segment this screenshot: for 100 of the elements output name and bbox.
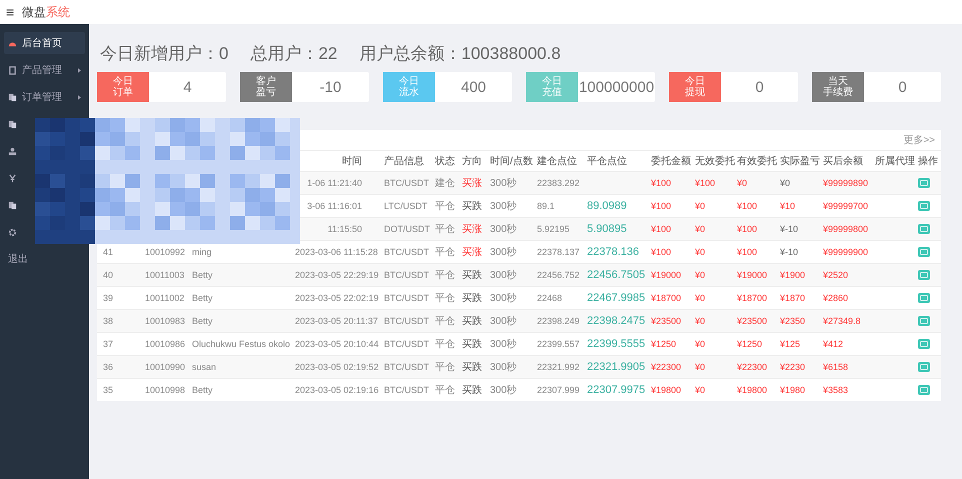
detail-button[interactable]: [918, 362, 930, 372]
stat-label: 今日: [685, 76, 705, 87]
table-cell: ¥1900: [780, 270, 806, 280]
column-header: 委托金额: [651, 156, 691, 167]
table-cell: ¥2350: [780, 316, 806, 326]
table-cell: LTC/USDT: [384, 201, 428, 211]
table-cell: Oluchukwu Festus okolo: [192, 339, 290, 349]
table-cell: 平仓: [435, 293, 455, 304]
table-cell: BTC/USDT: [384, 316, 429, 326]
table-cell: ¥99999700: [823, 201, 868, 211]
detail-button[interactable]: [918, 201, 930, 211]
menu-icon[interactable]: ≡: [6, 4, 14, 20]
summary-stat: 用户总余额：100388000.8: [359, 43, 561, 65]
sidebar-item[interactable]: 退出: [4, 248, 85, 270]
table-cell: ¥23500: [651, 316, 682, 326]
table-cell: ¥99999900: [823, 247, 868, 257]
table-cell: 37: [103, 339, 114, 349]
table-cell: ¥2860: [823, 293, 848, 303]
card-icon: [920, 272, 928, 278]
table-cell: ¥2230: [780, 362, 806, 372]
table-cell: 22307.999: [537, 385, 580, 395]
table-cell: ¥0: [695, 247, 706, 257]
sidebar-item[interactable]: 产品管理: [4, 59, 85, 81]
stat-label: 当天: [828, 76, 848, 87]
table-cell: 300秒: [490, 178, 517, 189]
detail-button[interactable]: [918, 178, 930, 188]
column-header: 建仓点位: [537, 156, 577, 167]
summary-stat: 总用户：22: [250, 43, 338, 65]
table-cell: 2023-03-05 20:11:37: [295, 316, 378, 326]
direction-cell: 买跌: [462, 201, 482, 212]
table-cell: 10011002: [145, 293, 184, 303]
more-link[interactable]: 更多>>: [903, 133, 935, 147]
table-cell: ¥0: [695, 339, 706, 349]
document-icon: [8, 200, 17, 210]
document-icon: [8, 92, 17, 102]
table-cell: ¥0: [780, 178, 790, 188]
table-cell: 2023-03-05 02:19:52: [295, 362, 379, 372]
table-cell: 89.0989: [587, 200, 627, 212]
table-cell: susan: [192, 362, 216, 372]
table-cell: ¥0: [737, 178, 748, 188]
table-cell: 22456.7505: [587, 269, 646, 281]
table-cell: BTC/USDT: [384, 293, 429, 303]
table-cell: 35: [103, 385, 114, 395]
table-cell: 平仓: [435, 339, 455, 350]
nav-label: 后台首页: [22, 36, 63, 50]
table-cell: 10010983: [145, 316, 186, 326]
table-cell: 300秒: [490, 293, 517, 304]
card-icon: [920, 387, 928, 393]
table-cell: ¥22300: [737, 362, 768, 372]
sidebar-item[interactable]: 后台首页: [4, 32, 85, 54]
card-icon: [920, 341, 928, 347]
table-cell: ¥0: [695, 224, 706, 234]
user-icon: [8, 146, 17, 156]
table-cell: 2023-03-05 20:10:44: [295, 339, 379, 349]
table-cell: 2023-03-06 11:15:28: [295, 247, 378, 257]
stat-value: 100000000: [578, 78, 655, 98]
stat-value: 0: [754, 78, 765, 98]
table-cell: ¥412: [823, 339, 844, 349]
direction-cell: 买涨: [462, 224, 482, 235]
card-icon: [920, 295, 928, 301]
detail-button[interactable]: [918, 316, 930, 326]
table-cell: ¥0: [695, 362, 706, 372]
table-cell: 300秒: [490, 224, 517, 235]
table-cell: Betty: [192, 385, 213, 395]
table-cell: ¥22300: [651, 362, 682, 372]
table-cell: ¥0: [695, 201, 706, 211]
table-cell: ¥0: [695, 293, 706, 303]
card-icon: [920, 249, 928, 255]
column-header: 平仓点位: [587, 156, 627, 167]
table-cell: ¥0: [695, 316, 706, 326]
table-cell: ¥6158: [823, 362, 848, 372]
table-cell: 22399.5555: [587, 338, 646, 350]
stat-value: 4: [182, 78, 193, 98]
table-cell: ¥1870: [780, 293, 806, 303]
table-cell: ¥2520: [823, 270, 848, 280]
detail-button[interactable]: [918, 247, 930, 257]
table-cell: 22399.557: [537, 339, 580, 349]
detail-button[interactable]: [918, 385, 930, 395]
table-cell: ming: [192, 247, 212, 257]
table-cell: ¥-10: [780, 247, 798, 257]
table-cell: ¥100: [651, 224, 672, 234]
detail-button[interactable]: [918, 224, 930, 234]
stat-label: 今日: [113, 76, 133, 87]
table-cell: Betty: [192, 293, 213, 303]
table-cell: ¥19800: [737, 385, 768, 395]
detail-button[interactable]: [918, 293, 930, 303]
table-cell: ¥100: [737, 224, 758, 234]
detail-button[interactable]: [918, 339, 930, 349]
table-cell: BTC/USDT: [384, 247, 429, 257]
table-cell: 平仓: [435, 362, 455, 373]
table-cell: ¥19800: [651, 385, 682, 395]
table-cell: ¥100: [737, 247, 758, 257]
sidebar-item[interactable]: 订单管理: [4, 86, 85, 108]
column-header: 无效委托: [695, 156, 735, 167]
direction-cell: 买跌: [462, 339, 482, 350]
stat-label: 流水: [399, 87, 419, 98]
table-cell: ¥1250: [651, 339, 676, 349]
table-cell: ¥1980: [780, 385, 806, 395]
column-header: 买后余额: [823, 156, 863, 167]
detail-button[interactable]: [918, 270, 930, 280]
